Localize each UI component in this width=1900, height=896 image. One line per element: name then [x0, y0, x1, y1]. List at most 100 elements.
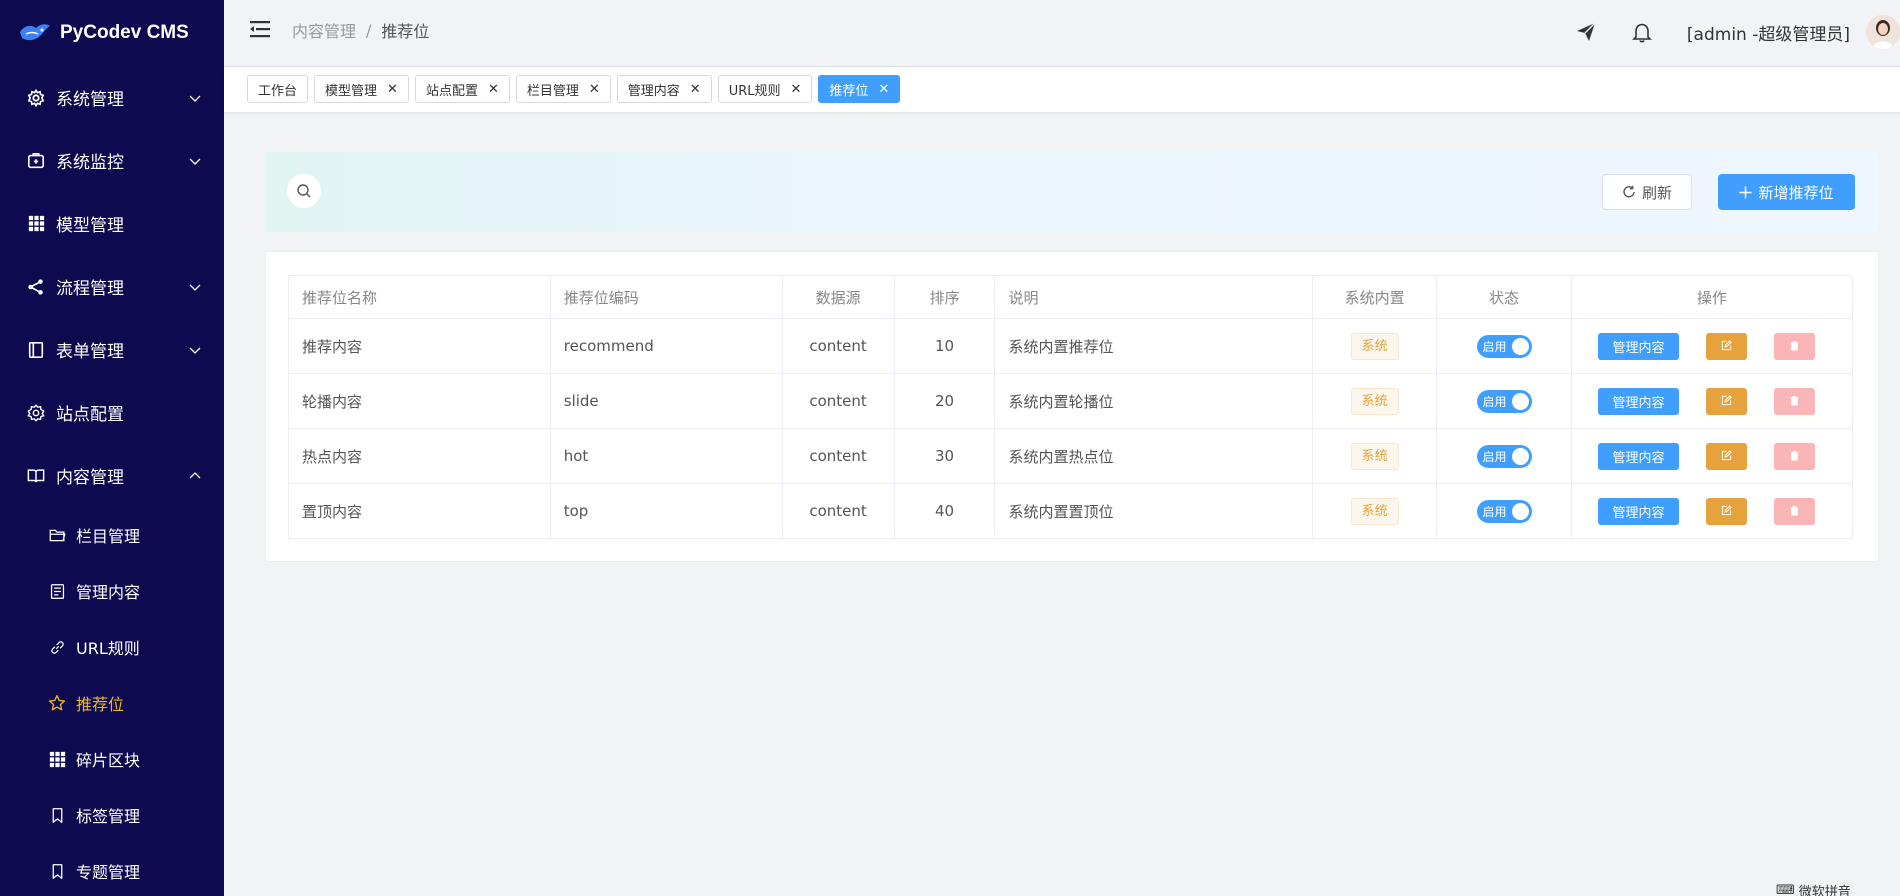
tab[interactable]: 站点配置 ✕: [414, 75, 510, 103]
edit-icon: [1721, 337, 1732, 355]
add-recommend-button[interactable]: 新增推荐位: [1718, 174, 1855, 210]
sidebar-subitem[interactable]: 栏目管理: [0, 507, 224, 563]
close-icon[interactable]: ✕: [791, 82, 802, 97]
cell-sort: 40: [893, 483, 996, 539]
tab-label: 管理内容: [627, 83, 680, 99]
trash-icon: [1789, 502, 1800, 520]
cell-actions: 管理内容: [1570, 483, 1854, 539]
close-icon[interactable]: ✕: [488, 82, 499, 97]
cell-name: 轮播内容: [288, 373, 551, 429]
toggle-label: 启用: [1482, 504, 1507, 519]
edit-button[interactable]: [1705, 442, 1747, 470]
sidebar-item[interactable]: 模型管理: [0, 192, 224, 255]
status-toggle[interactable]: 启用: [1476, 334, 1532, 358]
ime-indicator: ⌨ 微软拼音: [1776, 881, 1851, 896]
send-icon[interactable]: [1575, 21, 1597, 43]
delete-button[interactable]: [1773, 332, 1815, 360]
tabs-bar: 工作台 模型管理 ✕ 站点配置 ✕ 栏目管理 ✕ 管理内容 ✕ URL规则 ✕ 推荐位 ✕: [224, 67, 1900, 113]
sidebar-item-label: 系统管理: [56, 90, 124, 110]
cell-actions: 管理内容: [1570, 373, 1854, 429]
close-icon[interactable]: ✕: [589, 82, 600, 97]
delete-button[interactable]: [1773, 387, 1815, 415]
sidebar-item-label: 模型管理: [56, 216, 124, 236]
folder-icon: [48, 526, 66, 544]
breadcrumb-item[interactable]: 内容管理: [292, 18, 356, 42]
sidebar-subitem[interactable]: 管理内容: [0, 563, 224, 619]
manage-content-button[interactable]: 管理内容: [1597, 442, 1679, 470]
tab-label: 工作台: [258, 83, 298, 99]
tab[interactable]: 推荐位 ✕: [818, 75, 901, 103]
sidebar-subitem-label: 专题管理: [76, 863, 141, 882]
sidebar-item-label: 流程管理: [56, 279, 124, 299]
sidebar-subitem-label: URL规则: [76, 639, 140, 658]
column-header: 说明: [994, 275, 1314, 319]
sidebar-item[interactable]: 站点配置: [0, 381, 224, 444]
sidebar-item[interactable]: 表单管理: [0, 318, 224, 381]
status-toggle[interactable]: 启用: [1476, 444, 1532, 468]
cell-desc: 系统内置推荐位: [994, 318, 1314, 374]
sidebar-subitem[interactable]: 标签管理: [0, 787, 224, 843]
search-button[interactable]: [287, 174, 321, 208]
manage-content-button[interactable]: 管理内容: [1597, 497, 1679, 525]
toggle-knob: [1511, 392, 1529, 410]
manage-content-button[interactable]: 管理内容: [1597, 387, 1679, 415]
document-icon: [48, 582, 66, 600]
search-icon: [297, 184, 311, 198]
close-icon[interactable]: ✕: [878, 82, 889, 97]
sidebar-subitem[interactable]: URL规则: [0, 619, 224, 675]
sidebar-subitem[interactable]: 碎片区块: [0, 731, 224, 787]
table-row: 热点内容 hot content 30 系统内置热点位 系统 启用 管理内容: [288, 428, 1854, 484]
trash-icon: [1789, 392, 1800, 410]
tab-label: 推荐位: [829, 83, 869, 99]
cell-source: content: [781, 373, 895, 429]
delete-button[interactable]: [1773, 497, 1815, 525]
avatar[interactable]: [1866, 15, 1900, 49]
grid-icon: [48, 750, 66, 768]
tab[interactable]: URL规则 ✕: [717, 75, 813, 103]
form-icon: [26, 340, 46, 360]
bookmark-icon: [48, 862, 66, 880]
cell-builtin: 系统: [1312, 428, 1438, 484]
edit-button[interactable]: [1705, 497, 1747, 525]
bell-icon[interactable]: [1631, 21, 1653, 43]
breadcrumb: 内容管理 / 推荐位: [292, 18, 429, 42]
sidebar-item[interactable]: 系统管理: [0, 66, 224, 129]
edit-icon: [1721, 447, 1732, 465]
tab[interactable]: 模型管理 ✕: [314, 75, 409, 103]
edit-button[interactable]: [1705, 332, 1747, 360]
sidebar-item-label: 表单管理: [56, 342, 124, 362]
logo-icon: [20, 24, 50, 41]
cell-status: 启用: [1436, 318, 1572, 374]
tab[interactable]: 栏目管理 ✕: [515, 75, 611, 103]
tab[interactable]: 工作台: [247, 75, 309, 103]
tab[interactable]: 管理内容 ✕: [616, 75, 712, 103]
edit-icon: [1721, 392, 1732, 410]
close-icon[interactable]: ✕: [387, 82, 398, 97]
sidebar-subitem[interactable]: 专题管理: [0, 843, 224, 896]
edit-button[interactable]: [1705, 387, 1747, 415]
user-name[interactable]: [admin -超级管理员]: [1687, 20, 1850, 45]
cell-sort: 30: [893, 428, 996, 484]
menu-toggle-icon[interactable]: [250, 19, 272, 39]
status-toggle[interactable]: 启用: [1476, 389, 1532, 413]
sidebar-item-label: 系统监控: [56, 153, 124, 173]
status-toggle[interactable]: 启用: [1476, 499, 1532, 523]
refresh-button[interactable]: 刷新: [1602, 174, 1692, 210]
column-header: 推荐位名称: [288, 275, 551, 319]
sidebar-item[interactable]: 内容管理: [0, 444, 224, 507]
sidebar-item[interactable]: 流程管理: [0, 255, 224, 318]
sidebar-subitem[interactable]: 推荐位: [0, 675, 224, 731]
breadcrumb-separator: /: [366, 20, 372, 40]
bookmark-icon: [48, 806, 66, 824]
toggle-label: 启用: [1482, 449, 1507, 464]
sidebar-item[interactable]: 系统监控: [0, 129, 224, 192]
refresh-icon: [1623, 185, 1635, 198]
app-title: PyCodev CMS: [60, 22, 189, 43]
column-header: 系统内置: [1312, 275, 1438, 319]
app-logo[interactable]: PyCodev CMS: [0, 0, 224, 66]
status-badge: 系统: [1350, 442, 1399, 470]
manage-content-button[interactable]: 管理内容: [1597, 332, 1679, 360]
delete-button[interactable]: [1773, 442, 1815, 470]
close-icon[interactable]: ✕: [690, 82, 701, 97]
plus-icon: [1739, 186, 1752, 198]
